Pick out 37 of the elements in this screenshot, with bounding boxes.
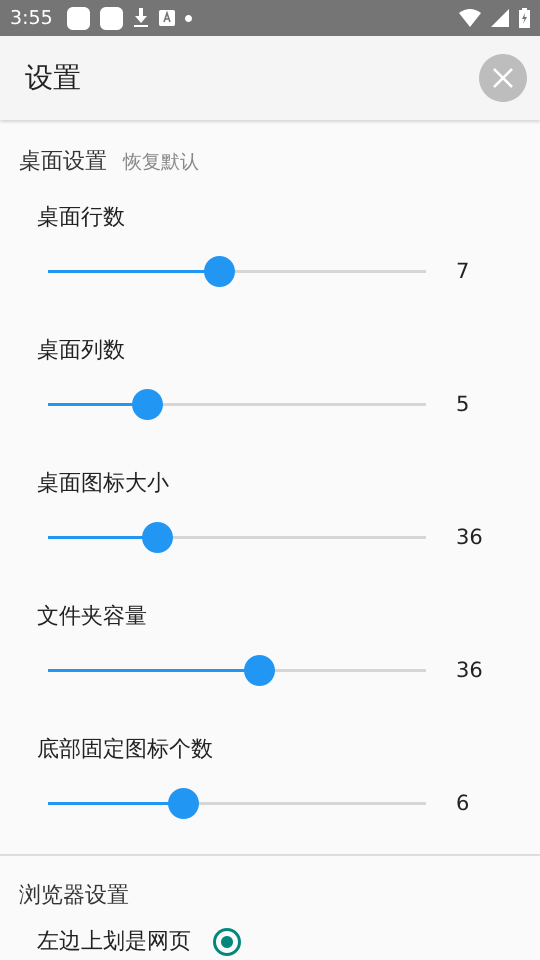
status-time: 3:55 <box>10 7 53 29</box>
close-icon <box>492 67 514 89</box>
slider-value: 36 <box>456 525 483 549</box>
setting-label: 桌面行数 <box>37 204 126 232</box>
slider-value: 36 <box>456 658 483 682</box>
slider-value: 7 <box>456 259 470 283</box>
slider-value: 5 <box>456 392 470 416</box>
slider[interactable] <box>48 788 426 818</box>
slider[interactable] <box>48 522 426 552</box>
slider-thumb[interactable] <box>204 256 236 286</box>
slider-value: 6 <box>456 791 470 815</box>
setting-label: 桌面列数 <box>37 337 126 365</box>
radio-button[interactable] <box>213 928 241 956</box>
signal-icon <box>491 9 509 27</box>
battery-icon <box>519 8 530 28</box>
dot-icon <box>184 14 192 22</box>
slider[interactable] <box>48 654 426 686</box>
slider-thumb[interactable] <box>142 522 173 552</box>
page-title: 设置 <box>25 60 82 96</box>
section-title: 桌面设置 <box>19 148 107 176</box>
setting-label: 桌面图标大小 <box>37 470 170 498</box>
slider[interactable] <box>48 388 426 420</box>
slider-thumb[interactable] <box>168 788 200 818</box>
download-icon <box>132 8 149 28</box>
setting-label: 底部固定图标个数 <box>37 736 214 764</box>
reset-link[interactable]: 恢复默认 <box>123 147 199 177</box>
slider-thumb[interactable] <box>132 388 164 420</box>
section-title: 浏览器设置 <box>19 882 129 910</box>
notification-icon <box>100 6 123 30</box>
slider-thumb[interactable] <box>244 654 276 686</box>
slider[interactable] <box>48 256 426 286</box>
keyboard-icon <box>158 10 175 26</box>
wifi-icon <box>459 9 481 27</box>
close-button[interactable] <box>479 54 527 102</box>
option-label: 左边上划是网页 <box>37 928 191 956</box>
setting-label: 文件夹容量 <box>37 603 148 631</box>
notification-icon <box>66 6 90 30</box>
